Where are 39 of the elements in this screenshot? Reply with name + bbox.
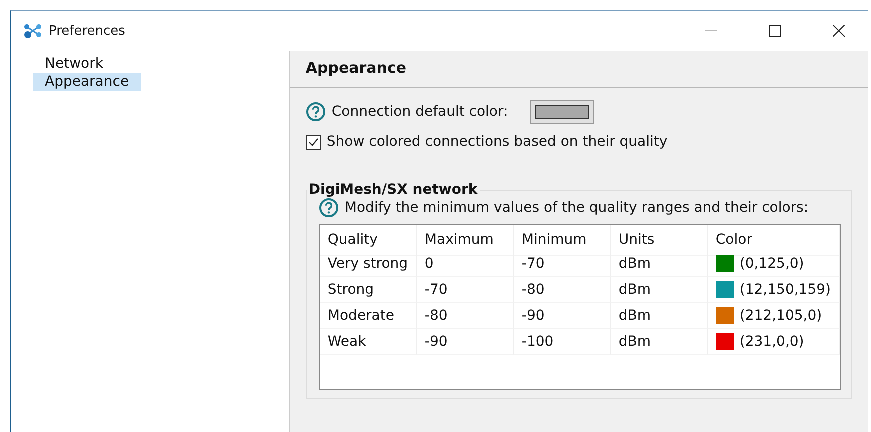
sidebar-item[interactable]: Network bbox=[33, 55, 116, 73]
color-cell: (231,0,0) bbox=[708, 329, 840, 355]
close-icon[interactable] bbox=[833, 25, 845, 37]
table-cell: dBm bbox=[610, 277, 708, 303]
checkbox-label: Show colored connections based on their quality bbox=[326, 134, 668, 150]
table-cell: -90 bbox=[514, 303, 611, 329]
maximize-icon[interactable] bbox=[769, 25, 781, 37]
table-cell: Moderate bbox=[320, 303, 417, 329]
group-title: DigiMesh/SX network bbox=[308, 182, 479, 198]
help-icon[interactable] bbox=[306, 102, 326, 122]
table-cell: -100 bbox=[514, 329, 611, 355]
table-cell: dBm bbox=[610, 303, 708, 329]
hint-text: Modify the minimum values of the quality ranges and their colors: bbox=[344, 200, 809, 216]
column-header[interactable]: Minimum bbox=[514, 225, 611, 256]
column-header[interactable]: Maximum bbox=[416, 225, 514, 256]
table-cell: 0 bbox=[416, 251, 514, 277]
color-picker-button[interactable] bbox=[530, 100, 594, 124]
sidebar-item[interactable]: Appearance bbox=[33, 73, 142, 91]
color-cell: (0,125,0) bbox=[708, 251, 840, 277]
default-color-label: Connection default color: bbox=[332, 104, 508, 120]
table-cell: dBm bbox=[610, 329, 708, 355]
color-cell: (12,150,159) bbox=[708, 277, 840, 303]
table-cell: Weak bbox=[320, 329, 417, 355]
table-cell: -90 bbox=[416, 329, 514, 355]
page-title: Appearance bbox=[290, 51, 868, 88]
column-header[interactable]: Quality bbox=[320, 225, 417, 256]
column-header[interactable]: Units bbox=[610, 225, 708, 256]
help-icon[interactable] bbox=[318, 198, 339, 218]
window-title: Preferences bbox=[49, 24, 126, 38]
checkbox[interactable] bbox=[306, 134, 321, 150]
table-cell: dBm bbox=[610, 251, 708, 277]
table-cell: Very strong bbox=[320, 251, 417, 277]
table-cell: -80 bbox=[416, 303, 514, 329]
table-cell: Strong bbox=[320, 277, 417, 303]
network-nodes-icon bbox=[23, 23, 43, 39]
table-cell: -70 bbox=[514, 251, 611, 277]
table-cell: -80 bbox=[514, 277, 611, 303]
table-cell: -70 bbox=[416, 277, 514, 303]
color-cell: (212,105,0) bbox=[708, 303, 840, 329]
